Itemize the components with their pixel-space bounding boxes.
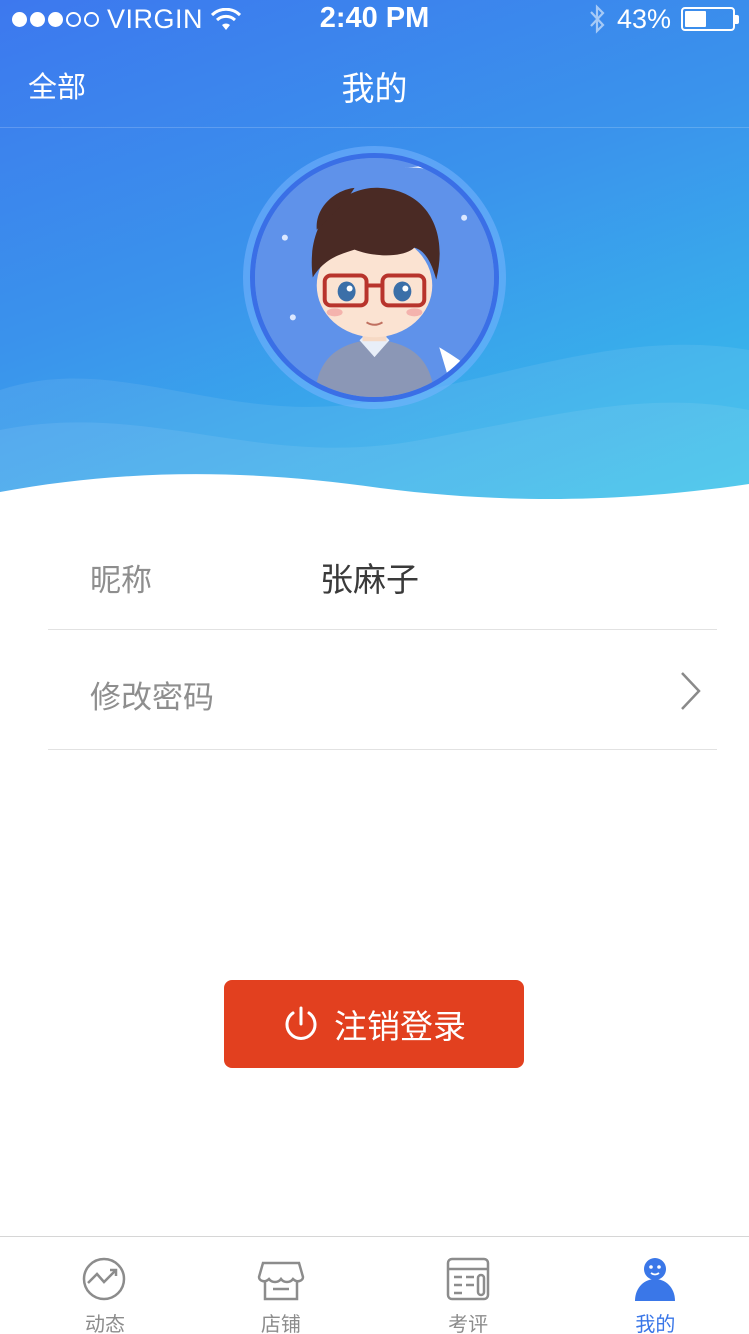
nickname-row: 昵称 张麻子 [48,515,717,630]
power-icon [285,1006,317,1040]
nickname-value: 张麻子 [320,560,419,599]
bottom-tab-bar: 动态 店铺 考评 我的 [0,1236,749,1334]
navigation-bar: 全部 我的 [0,40,749,128]
tab-review[interactable]: 考评 [375,1237,562,1334]
logout-label: 注销登录 [334,1008,466,1045]
logout-button[interactable]: 注销登录 [224,980,524,1068]
status-bar: VIRGIN 2:40 PM 43% [0,0,749,40]
bluetooth-icon [590,4,605,34]
tab-activity[interactable]: 动态 [0,1237,187,1334]
tab-label: 店铺 [260,1312,301,1334]
trend-icon [82,1257,126,1301]
profile-header: VIRGIN 2:40 PM 43% 全部 我的 [0,0,749,510]
avatar-ring [243,146,506,409]
change-password-label: 修改密码 [90,680,214,716]
tab-label: 考评 [448,1312,489,1334]
store-icon [257,1261,305,1301]
nickname-label: 昵称 [90,563,152,599]
tab-label: 我的 [635,1312,676,1334]
tab-store[interactable]: 店铺 [187,1237,374,1334]
tab-label: 动态 [85,1312,125,1334]
battery-percentage: 43% [616,3,671,34]
review-icon [446,1257,490,1301]
avatar[interactable] [250,153,499,402]
chevron-right-icon [681,672,701,710]
avatar-illustration [255,158,494,397]
battery-icon [681,7,739,31]
page-title: 我的 [341,69,408,108]
change-password-row[interactable]: 修改密码 [48,632,717,750]
tab-me[interactable]: 我的 [562,1237,749,1334]
user-icon [635,1258,676,1301]
